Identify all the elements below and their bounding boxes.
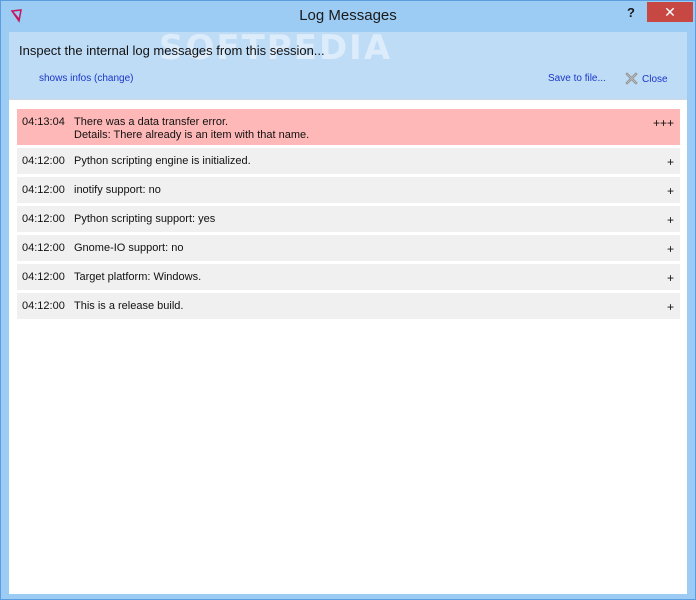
log-time: 04:12:00 xyxy=(22,300,65,312)
close-link-label: Close xyxy=(642,74,668,85)
log-time: 04:12:00 xyxy=(22,213,65,225)
log-row[interactable]: 04:12:00 This is a release build. + xyxy=(17,293,680,319)
log-row[interactable]: 04:12:00 Gnome-IO support: no + xyxy=(17,235,680,261)
log-list: 04:13:04 There was a data transfer error… xyxy=(17,109,680,322)
instruction-text: Inspect the internal log messages from t… xyxy=(19,43,325,58)
expand-toggle[interactable]: + xyxy=(667,300,674,314)
header-panel: SOFTPEDIA Inspect the internal log messa… xyxy=(9,28,687,99)
title-bar[interactable]: Log Messages ? ✕ xyxy=(1,1,695,32)
window-close-button[interactable]: ✕ xyxy=(647,2,693,22)
expand-toggle[interactable]: + xyxy=(667,155,674,169)
log-message: There was a data transfer error. xyxy=(74,116,229,128)
log-messages-window: Log Messages ? ✕ SOFTPEDIA Inspect the i… xyxy=(0,0,696,600)
log-row[interactable]: 04:12:00 Target platform: Windows. + xyxy=(17,264,680,290)
log-time: 04:12:00 xyxy=(22,271,65,283)
expand-toggle[interactable]: + xyxy=(667,213,674,227)
log-detail: Details: There already is an item with t… xyxy=(74,129,310,141)
log-time: 04:12:00 xyxy=(22,184,65,196)
log-row-error[interactable]: 04:13:04 There was a data transfer error… xyxy=(17,109,680,145)
expand-toggle[interactable]: + xyxy=(667,184,674,198)
log-time: 04:13:04 xyxy=(22,116,65,128)
log-message: Python scripting engine is initialized. xyxy=(74,155,251,167)
close-link[interactable]: Close xyxy=(625,72,668,86)
expand-toggle[interactable]: + xyxy=(667,271,674,285)
log-list-area: 04:13:04 There was a data transfer error… xyxy=(9,99,687,594)
log-time: 04:12:00 xyxy=(22,242,65,254)
help-button[interactable]: ? xyxy=(619,3,643,23)
window-title: Log Messages xyxy=(299,7,397,24)
log-row[interactable]: 04:12:00 Python scripting support: yes + xyxy=(17,206,680,232)
log-message: inotify support: no xyxy=(74,184,161,196)
shows-infos-link[interactable]: shows infos (change) xyxy=(39,73,134,84)
expand-toggle[interactable]: +++ xyxy=(653,116,674,130)
log-row[interactable]: 04:12:00 inotify support: no + xyxy=(17,177,680,203)
close-x-icon xyxy=(625,72,638,85)
log-row[interactable]: 04:12:00 Python scripting engine is init… xyxy=(17,148,680,174)
log-message: This is a release build. xyxy=(74,300,184,312)
save-to-file-link[interactable]: Save to file... xyxy=(548,73,606,84)
expand-toggle[interactable]: + xyxy=(667,242,674,256)
log-time: 04:12:00 xyxy=(22,155,65,167)
log-message: Target platform: Windows. xyxy=(74,271,202,283)
log-message: Python scripting support: yes xyxy=(74,213,216,225)
log-message: Gnome-IO support: no xyxy=(74,242,184,254)
